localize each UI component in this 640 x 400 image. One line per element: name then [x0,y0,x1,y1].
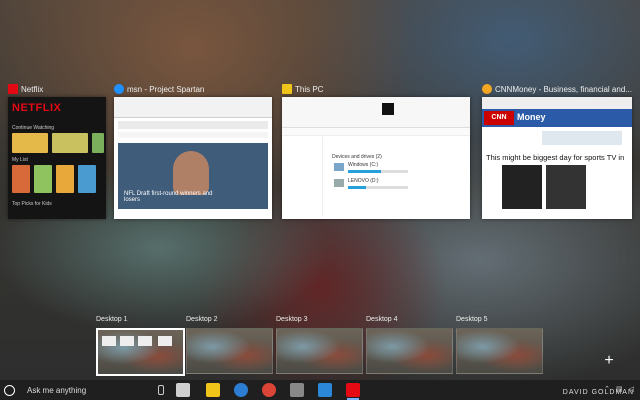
desktop-label: Desktop 4 [366,316,398,323]
ad-banner [542,131,622,145]
address-bar [282,128,470,136]
mini-window [102,336,116,346]
drive-icon [334,179,344,187]
news-hero-image: NFL Draft first-round winners and losers [118,143,268,209]
new-desktop-button[interactable]: + [600,352,618,370]
chrome-icon [482,84,492,94]
desktop-label: Desktop 2 [186,316,218,323]
tile [52,133,88,153]
window-title-text: CNNMoney - Business, financial and... [495,84,632,94]
chrome-icon[interactable] [262,383,276,397]
window-title-text: This PC [295,84,324,94]
tile [56,165,74,193]
mini-window [158,336,172,346]
drive-usage-bar [348,170,408,173]
drive-icon [334,163,344,171]
photos-icon[interactable] [290,383,304,397]
ribbon [282,97,470,128]
money-logo: Money [517,112,546,122]
task-view-icon[interactable] [176,383,190,397]
desktop-thumbnail[interactable] [276,328,363,374]
folder-icon [282,84,292,94]
browser-toolbar [482,97,632,109]
desktop-label: Desktop 3 [276,316,308,323]
desktop-label: Desktop 5 [456,316,488,323]
row-label: Top Picks for Kids [12,201,52,207]
edge-thumbnail[interactable]: NFL Draft first-round winners and losers [114,97,272,219]
msn-nav [118,121,268,129]
mini-window [120,336,134,346]
microphone-icon[interactable] [158,385,164,395]
window-title-explorer: This PC [282,82,472,96]
desktop-thumbnail[interactable] [366,328,453,374]
story-photo [546,165,586,209]
netflix-thumbnail[interactable]: NETFLIX Continue Watching My List Top Pi… [8,97,106,219]
msn-subnav [118,132,268,138]
drive-label: LENOVO (D:) [348,178,379,184]
search-placeholder: Ask me anything [27,385,87,395]
browser-toolbar [114,97,272,118]
desktop-label: Desktop 1 [96,316,128,323]
row-label: Continue Watching [12,125,55,131]
tile [92,133,104,153]
mini-window [138,336,152,346]
window-title-edge: msn - Project Spartan [114,82,274,96]
window-title-text: Netflix [21,84,44,94]
desktop-thumbnail[interactable] [96,328,185,376]
netflix-icon [8,84,18,94]
explorer-thumbnail[interactable]: Devices and drives (2) Windows (C:) LENO… [282,97,470,219]
cnn-logo: CNN [484,111,514,125]
section-header: Devices and drives (2) [332,154,382,160]
edge-icon[interactable] [234,383,248,397]
window-title-cnn: CNNMoney - Business, financial and... [482,82,632,96]
netflix-icon[interactable] [346,383,360,400]
headline: This might be biggest day for sports TV … [486,153,625,162]
navigation-pane [282,137,323,217]
photo-credit: DAVID GOLDMAN [562,389,634,396]
row-label: My List [12,157,28,163]
edge-icon [114,84,124,94]
story-photo [502,165,542,209]
headline: NFL Draft first-round winners and losers [124,191,213,203]
person-photo [173,151,209,195]
netflix-logo: NETFLIX [12,102,62,114]
tile [12,165,30,193]
taskbar: Ask me anything ⌃ ▤ ◁ [0,380,640,400]
tile [78,165,96,193]
tile [34,165,52,193]
drive-label: Windows (C:) [348,162,379,168]
cortana-icon [4,384,15,396]
drive-usage-bar [348,186,408,189]
desktop-thumbnail[interactable] [456,328,543,374]
media-icon [382,103,394,115]
tile [12,133,48,153]
desktop-thumbnail[interactable] [186,328,273,374]
file-explorer-icon[interactable] [206,383,220,397]
cnn-thumbnail[interactable]: CNN Money This might be biggest day for … [482,97,632,219]
cortana-search-box[interactable]: Ask me anything [0,380,150,400]
window-title-text: msn - Project Spartan [127,84,205,94]
window-title-netflix: Netflix [8,82,108,96]
cnn-header: CNN Money [482,109,632,127]
store-icon[interactable] [318,383,332,397]
